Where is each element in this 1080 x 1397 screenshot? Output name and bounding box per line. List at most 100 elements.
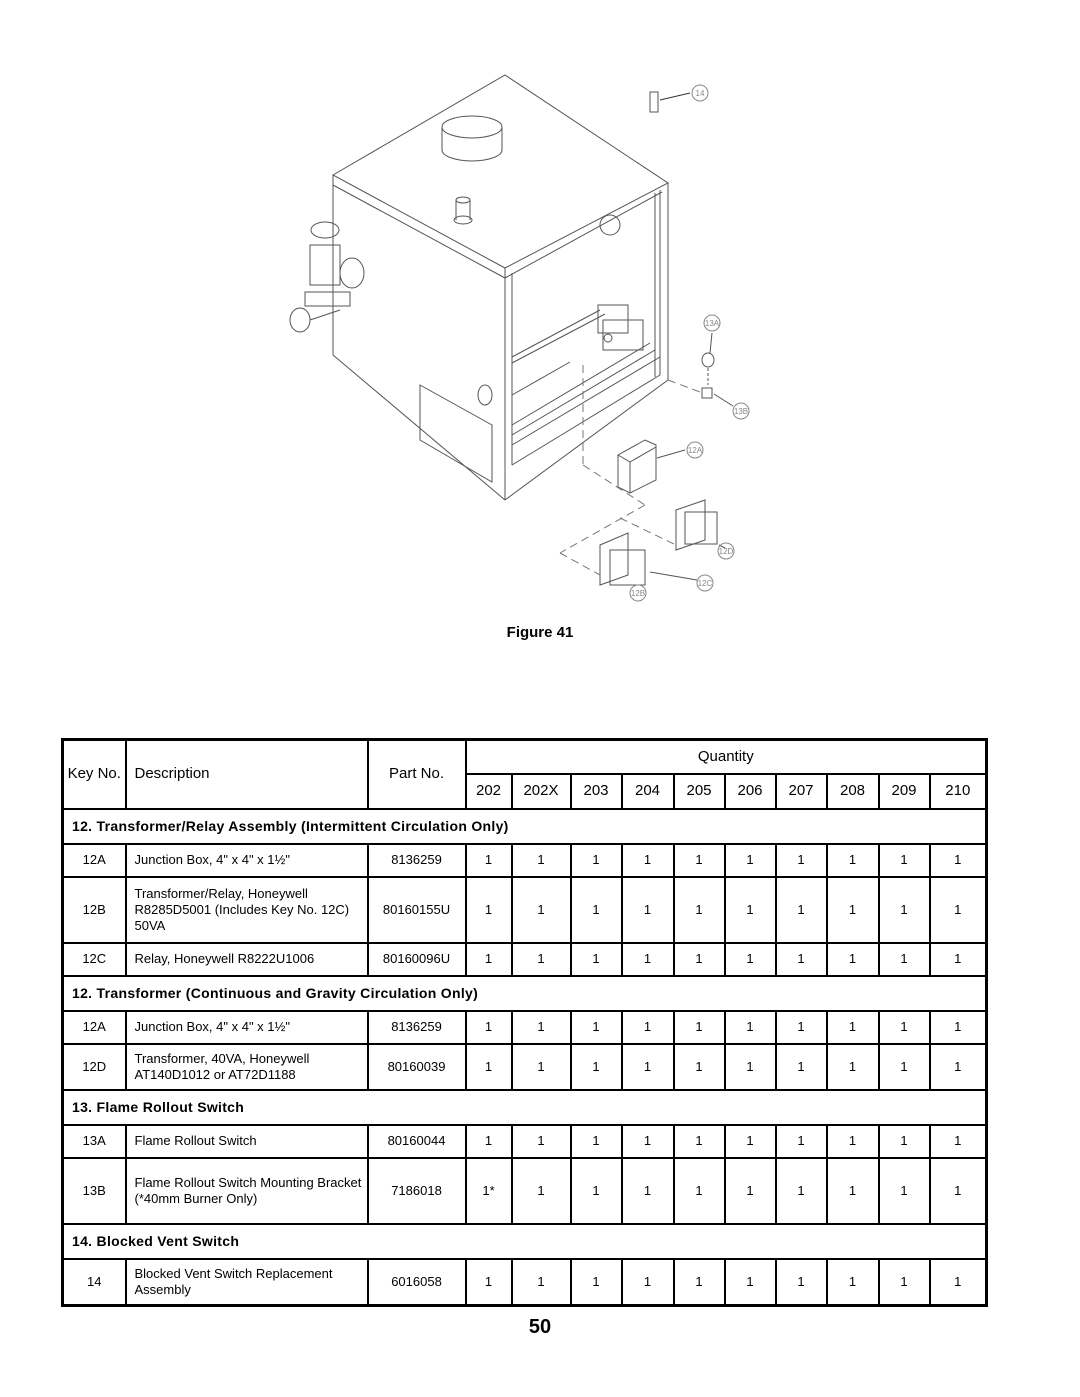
svg-text:12D: 12D	[719, 547, 734, 556]
quantity-cell: 1	[620, 1010, 675, 1045]
key-no-cell: 12A	[61, 1010, 127, 1045]
key-no-cell: 13B	[61, 1157, 127, 1225]
quantity-cell: 1	[672, 1124, 726, 1159]
quantity-cell: 1	[774, 1010, 828, 1045]
quantity-cell: 1	[510, 1124, 572, 1159]
quantity-cell: 1	[825, 942, 880, 977]
quantity-cell: 1	[569, 876, 623, 944]
quantity-cell: 1	[723, 1010, 777, 1045]
quantity-cell: 1	[620, 1124, 675, 1159]
quantity-cell: 1	[510, 1043, 572, 1091]
callout-12c: 12C	[696, 574, 714, 592]
section-title: 12. Transformer/Relay Assembly (Intermit…	[61, 808, 988, 845]
header-model-209: 209	[877, 773, 931, 810]
transformer-relay-12b-part	[599, 532, 698, 586]
quantity-cell: 1	[620, 1258, 675, 1306]
quantity-cell: 1	[672, 1043, 726, 1091]
quantity-cell: 1	[464, 843, 513, 878]
quantity-cell: 1	[928, 1258, 988, 1306]
quantity-cell: 1	[620, 942, 675, 977]
quantity-cell: 1	[672, 1258, 726, 1306]
callout-12a: 12A	[686, 441, 704, 459]
description-cell: Junction Box, 4" x 4" x 1½"	[124, 843, 369, 878]
section-title: 12. Transformer (Continuous and Gravity …	[61, 975, 988, 1012]
quantity-cell: 1	[774, 843, 828, 878]
quantity-cell: 1	[569, 1258, 623, 1306]
quantity-cell: 1	[510, 1157, 572, 1225]
table-row: 12A Junction Box, 4" x 4" x 1½" 8136259 1 1 1…	[61, 843, 988, 878]
quantity-cell: 1	[877, 1157, 931, 1225]
quantity-cell: 1	[569, 942, 623, 977]
quantity-cell: 1	[672, 876, 726, 944]
header-model-203: 203	[569, 773, 623, 810]
quantity-cell: 1	[723, 876, 777, 944]
quantity-cell: 1	[672, 1010, 726, 1045]
quantity-cell: 1	[774, 1157, 828, 1225]
quantity-cell: 1	[774, 1043, 828, 1091]
header-quantity: Quantity	[464, 738, 988, 775]
key-no-cell: 14	[61, 1258, 127, 1306]
relief-valve	[453, 196, 473, 225]
header-model-210: 210	[928, 773, 988, 810]
description-cell: Junction Box, 4" x 4" x 1½"	[124, 1010, 369, 1045]
svg-text:13A: 13A	[705, 319, 720, 328]
quantity-cell: 1	[928, 1010, 988, 1045]
quantity-cell: 1	[928, 1043, 988, 1091]
quantity-cell: 1	[877, 1124, 931, 1159]
part-no-cell: 7186018	[366, 1157, 467, 1225]
description-cell: Blocked Vent Switch Replacement Assembly	[124, 1258, 369, 1306]
svg-text:12A: 12A	[688, 446, 703, 455]
key-no-cell: 12D	[61, 1043, 127, 1091]
header-model-202x: 202X	[510, 773, 572, 810]
quantity-cell: 1	[928, 942, 988, 977]
callout-13a: 13A	[703, 314, 721, 332]
quantity-cell: 1	[672, 942, 726, 977]
svg-text:14: 14	[696, 89, 705, 98]
section-header-row: 13. Flame Rollout Switch	[61, 1089, 988, 1126]
part-no-cell: 8136259	[366, 1010, 467, 1045]
quantity-cell: 1	[928, 1157, 988, 1225]
page-number: 50	[528, 1316, 552, 1338]
part-no-cell: 80160044	[366, 1124, 467, 1159]
quantity-cell: 1	[723, 1043, 777, 1091]
parts-table: Key No. Description Part No. Quantity 20…	[61, 738, 989, 1307]
quantity-cell: 1	[672, 843, 726, 878]
header-model-205: 205	[672, 773, 726, 810]
gas-valve	[597, 304, 644, 351]
quantity-cell: 1	[569, 1124, 623, 1159]
quantity-cell: 1	[774, 876, 828, 944]
blocked-vent-switch-part	[649, 91, 691, 113]
header-description: Description	[124, 738, 369, 810]
quantity-cell: 1	[510, 942, 572, 977]
description-cell: Transformer, 40VA, Honeywell AT140D1012 …	[124, 1043, 369, 1091]
callout-14: 14	[691, 84, 709, 102]
table-row: 12A Junction Box, 4" x 4" x 1½" 8136259 1 1 1…	[61, 1010, 988, 1045]
part-no-cell: 8136259	[366, 843, 467, 878]
key-no-cell: 12C	[61, 942, 127, 977]
quantity-cell: 1*	[464, 1157, 513, 1225]
quantity-cell: 1	[774, 1124, 828, 1159]
quantity-cell: 1	[877, 843, 931, 878]
part-no-cell: 80160155U	[366, 876, 467, 944]
quantity-cell: 1	[825, 1010, 880, 1045]
quantity-cell: 1	[877, 942, 931, 977]
header-key-no: Key No.	[61, 738, 127, 810]
header-model-204: 204	[620, 773, 675, 810]
pressure-gauge	[599, 214, 621, 236]
boiler-cabinet	[331, 74, 669, 501]
key-no-cell: 12A	[61, 843, 127, 878]
quantity-cell: 1	[464, 1043, 513, 1091]
quantity-cell: 1	[825, 1124, 880, 1159]
quantity-cell: 1	[620, 1157, 675, 1225]
quantity-cell: 1	[464, 1258, 513, 1306]
section-title: 14. Blocked Vent Switch	[61, 1223, 988, 1260]
quantity-cell: 1	[510, 1258, 572, 1306]
quantity-cell: 1	[774, 942, 828, 977]
transformer-12d-part	[675, 499, 726, 551]
svg-text:13B: 13B	[734, 407, 748, 416]
circulator-pump	[289, 221, 365, 333]
key-no-cell: 13A	[61, 1124, 127, 1159]
key-no-cell: 12B	[61, 876, 127, 944]
quantity-cell: 1	[723, 1258, 777, 1306]
quantity-cell: 1	[569, 843, 623, 878]
